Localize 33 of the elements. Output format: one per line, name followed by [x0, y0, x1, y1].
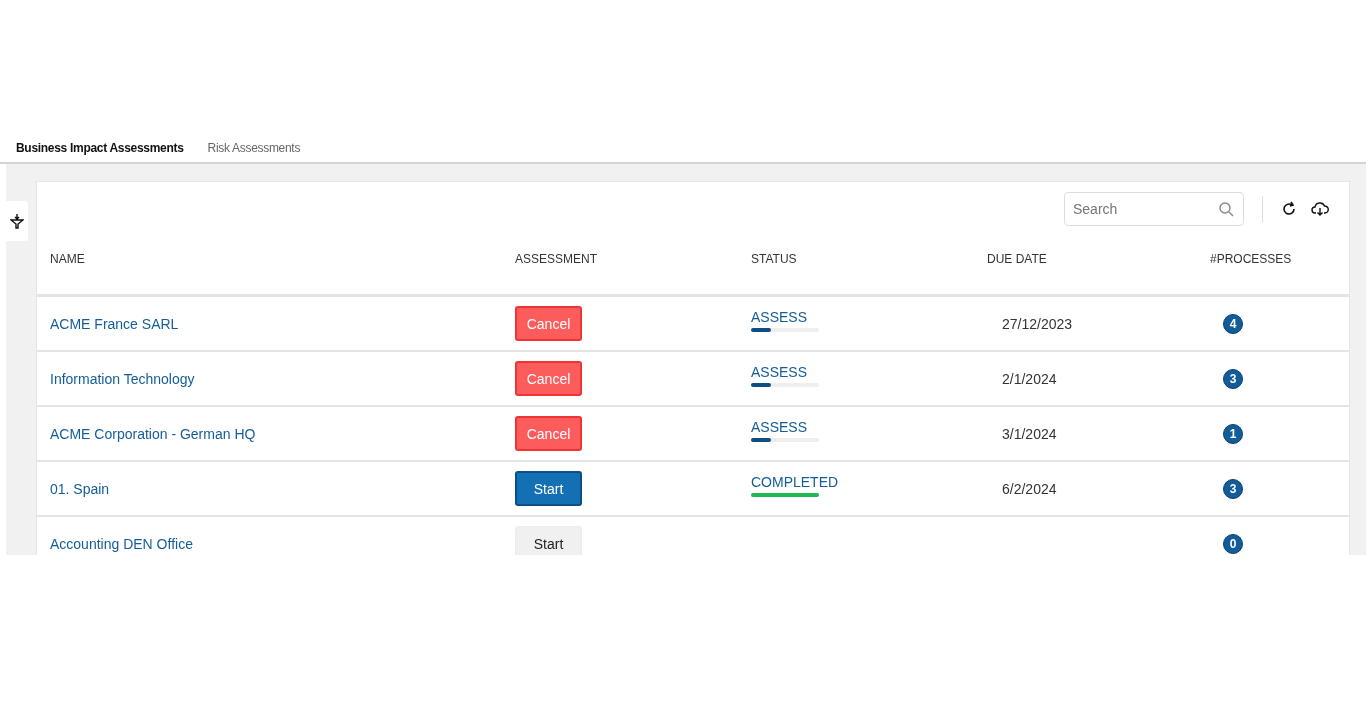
search-icon — [1218, 201, 1234, 217]
column-header: STATUS — [751, 251, 798, 266]
due-date: 6/2/2024 — [1001, 480, 1057, 497]
side-toggle-button[interactable] — [6, 201, 28, 241]
process-count-badge: 3 — [1223, 368, 1243, 389]
assessment-button[interactable]: Start — [515, 526, 582, 555]
assessment-button[interactable]: Start — [515, 471, 582, 506]
column-header: NAME — [50, 251, 86, 266]
name-link[interactable]: ACME France SARL — [50, 315, 515, 332]
due-date: 2/1/2024 — [1001, 370, 1057, 387]
cloud-download-icon[interactable] — [1311, 201, 1329, 217]
process-count-badge: 1 — [1223, 423, 1243, 444]
name-link[interactable]: 01. Spain — [50, 480, 515, 497]
status-label: ASSESS — [751, 309, 808, 325]
column-header: ASSESSMENT — [515, 251, 599, 266]
search-field[interactable]: Search — [1064, 192, 1244, 226]
refresh-icon[interactable] — [1281, 201, 1297, 217]
column-header: DUE DATE — [987, 251, 1048, 266]
status-label: COMPLETED — [751, 474, 839, 490]
name-link[interactable]: Information Technology — [50, 370, 515, 387]
status-label: ASSESS — [751, 419, 808, 435]
due-date: 27/12/2023 — [1001, 315, 1073, 332]
tab[interactable]: Risk Assessments — [199, 137, 309, 162]
process-count-badge: 0 — [1223, 533, 1243, 554]
column-header: #PROCESSES — [1210, 251, 1293, 266]
process-count-badge: 3 — [1223, 478, 1243, 499]
status-label: ASSESS — [751, 364, 808, 380]
due-date: 3/1/2024 — [1001, 425, 1057, 442]
name-link[interactable]: Accounting DEN Office — [50, 535, 515, 552]
process-count-badge: 4 — [1223, 313, 1243, 334]
name-link[interactable]: ACME Corporation - German HQ — [50, 425, 515, 442]
filter-icon — [10, 213, 24, 229]
tab[interactable]: Business Impact Assessments — [8, 137, 192, 162]
